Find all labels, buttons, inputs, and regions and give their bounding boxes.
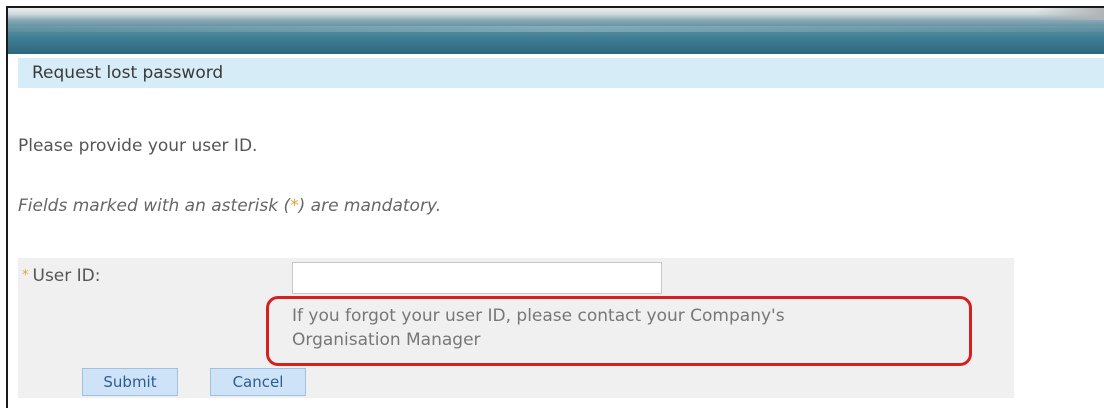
hint-highlight-annotation bbox=[266, 296, 972, 366]
section-title: Request lost password bbox=[32, 63, 224, 83]
section-header: Request lost password bbox=[18, 58, 1104, 88]
intro-text: Please provide your user ID. bbox=[18, 136, 258, 156]
mandatory-note-suffix: ) are mandatory. bbox=[298, 196, 442, 216]
user-id-input[interactable] bbox=[292, 262, 662, 294]
asterisk-marker: * bbox=[290, 196, 299, 216]
banner-highlight bbox=[8, 26, 1104, 32]
mandatory-note: Fields marked with an asterisk (*) are m… bbox=[18, 196, 441, 216]
header-banner bbox=[8, 8, 1104, 54]
banner-decoration bbox=[1034, 8, 1104, 20]
required-marker: * bbox=[22, 268, 29, 283]
user-id-label: * User ID: bbox=[22, 266, 100, 286]
cancel-button[interactable]: Cancel bbox=[210, 368, 306, 396]
mandatory-note-prefix: Fields marked with an asterisk ( bbox=[18, 196, 291, 216]
submit-button[interactable]: Submit bbox=[82, 368, 178, 396]
user-id-label-text: User ID: bbox=[32, 266, 101, 286]
